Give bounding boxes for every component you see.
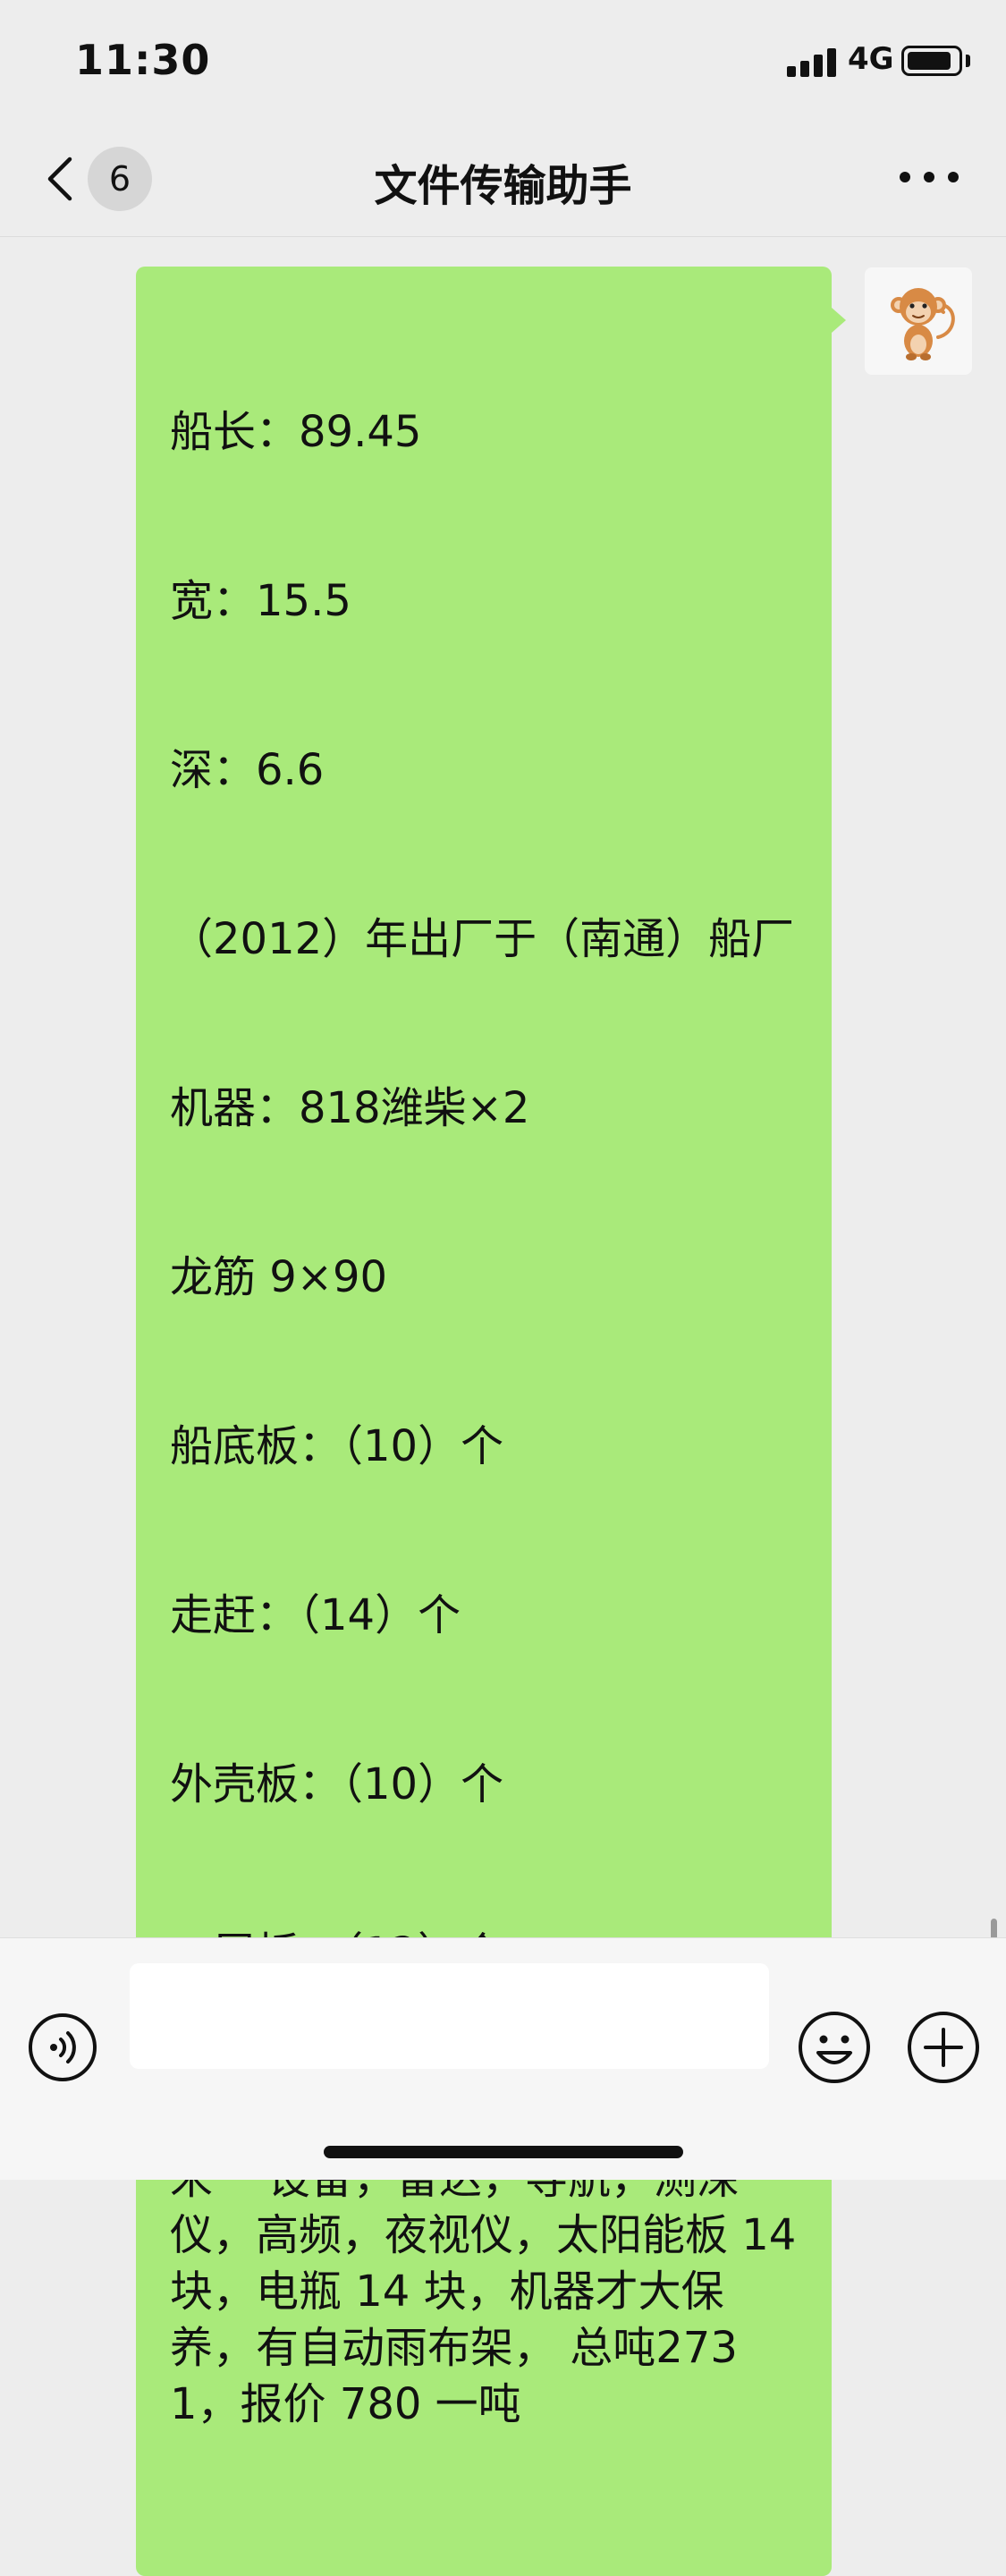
bubble-tail [832,308,846,333]
plus-icon-graphic [908,2012,979,2083]
nav-bar: 6 文件传输助手 [0,118,1006,237]
message-line: 船长：89.45 [170,407,422,457]
message-line: 外壳板：（10）个 [170,1759,504,1809]
message-line: 走赶：（14）个 [170,1590,461,1640]
message-input[interactable] [130,1963,769,2069]
chat-area[interactable]: 船长：89.45 宽：15.5 深：6.6 （2012）年出厂于（南通）船厂 机… [0,237,1006,2576]
more-dots-icon[interactable] [898,163,960,190]
status-bar: 11:30 4G [0,0,1006,118]
page-title: 文件传输助手 [374,161,632,211]
monkey-avatar-icon[interactable] [865,267,972,375]
battery-fill [908,52,951,70]
message-line: （2012）年出厂于（南通）船厂 [170,914,795,964]
network-type: 4G [848,41,894,77]
message-line: 船底板：（10）个 [170,1421,504,1471]
battery-icon [901,46,962,76]
input-bar [0,1937,1006,2180]
signal-bars-icon [787,47,837,77]
message-text: 船长：89.45 宽：15.5 深：6.6 （2012）年出厂于（南通）船厂 机… [170,292,798,2546]
message-bubble[interactable]: 船长：89.45 宽：15.5 深：6.6 （2012）年出厂于（南通）船厂 机… [136,267,846,2576]
avatar-image [891,288,955,360]
emoji-icon-graphic [799,2012,870,2083]
message-line: 深：6.6 [170,745,325,795]
emoji-icon[interactable] [797,2010,872,2085]
home-indicator[interactable] [324,2146,683,2158]
voice-input-icon[interactable] [27,2012,98,2083]
battery-cap [966,55,970,67]
plus-icon[interactable] [906,2010,981,2085]
message-line: 机器：818潍柴×2 [170,1083,530,1133]
message-line: 龙筋 9×90 [170,1252,388,1302]
message-line: 宽：15.5 [170,576,351,626]
voice-icon-graphic [29,2013,97,2081]
status-time: 11:30 [75,36,211,84]
